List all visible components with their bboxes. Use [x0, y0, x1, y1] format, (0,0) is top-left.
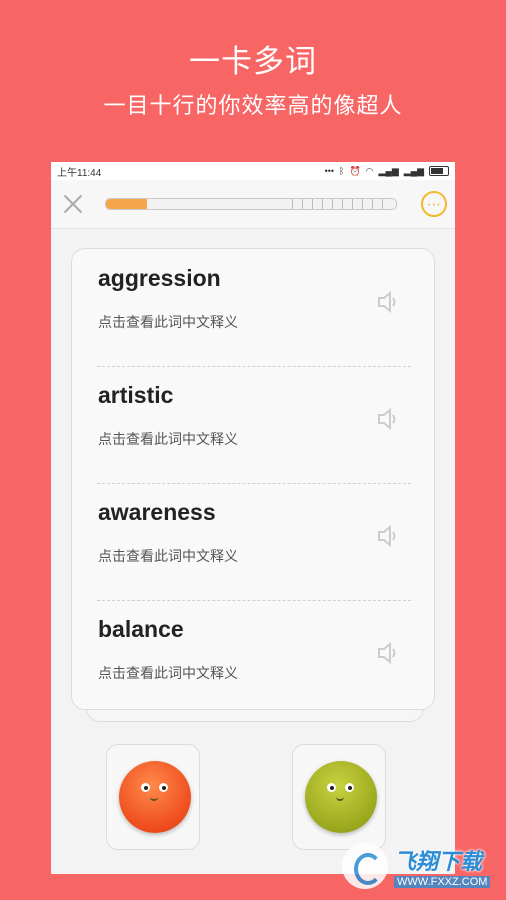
alarm-icon: ⏰	[349, 165, 361, 176]
watermark-name: 飞翔下载	[394, 849, 483, 874]
word-text: awareness	[98, 499, 216, 525]
close-icon[interactable]	[61, 192, 85, 216]
promo-subtitle: 一目十行的你效率高的像超人	[103, 94, 403, 119]
speaker-icon[interactable]	[375, 523, 401, 549]
speaker-icon[interactable]	[375, 640, 401, 666]
more-options-icon[interactable]: ⋯	[421, 191, 447, 217]
word-text: artistic	[98, 382, 174, 408]
battery-icon	[429, 166, 449, 176]
word-text: balance	[98, 616, 184, 642]
progress-ticks	[292, 199, 392, 209]
progress-bar	[105, 198, 397, 210]
watermark-url: WWW.FXXZ.COM	[394, 876, 491, 888]
word-hint[interactable]: 点击查看此词中文释义	[98, 429, 238, 449]
phone-screen: 上午11:44 ••• ᛒ ⏰ ◠ ▂▄▆ ▂▄▆ ⋯ aggression 点…	[51, 162, 455, 874]
word-item[interactable]: artistic 点击查看此词中文释义	[97, 366, 411, 484]
watermark: 飞翔下载 WWW.FXXZ.COM	[342, 840, 500, 892]
bluetooth-icon: ᛒ	[339, 166, 345, 176]
top-bar: ⋯	[51, 180, 455, 229]
orange-face-icon	[119, 761, 191, 833]
word-hint[interactable]: 点击查看此词中文释义	[98, 663, 238, 683]
status-bar: 上午11:44 ••• ᛒ ⏰ ◠ ▂▄▆ ▂▄▆	[51, 162, 455, 180]
word-hint[interactable]: 点击查看此词中文释义	[98, 312, 238, 332]
progress-fill	[106, 199, 147, 209]
speaker-icon[interactable]	[375, 406, 401, 432]
signal-icon: ▂▄▆	[378, 165, 399, 176]
promo-title: 一卡多词	[189, 44, 317, 80]
status-time: 上午11:44	[57, 167, 102, 179]
word-hint[interactable]: 点击查看此词中文释义	[98, 546, 238, 566]
word-item[interactable]: aggression 点击查看此词中文释义	[97, 249, 411, 367]
green-face-icon	[305, 761, 377, 833]
signal-icon: ▂▄▆	[403, 165, 424, 176]
word-card[interactable]: aggression 点击查看此词中文释义 artistic 点击查看此词中文释…	[71, 248, 435, 710]
wifi-icon: ◠	[365, 165, 374, 176]
dots-icon: •••	[324, 166, 335, 176]
unknown-button[interactable]	[106, 744, 200, 850]
word-item[interactable]: balance 点击查看此词中文释义	[97, 600, 411, 717]
word-text: aggression	[98, 265, 221, 291]
known-button[interactable]	[292, 744, 386, 850]
watermark-logo-icon	[342, 843, 388, 889]
status-icons: ••• ᛒ ⏰ ◠ ▂▄▆ ▂▄▆	[325, 166, 449, 177]
speaker-icon[interactable]	[375, 289, 401, 315]
word-item[interactable]: awareness 点击查看此词中文释义	[97, 483, 411, 601]
